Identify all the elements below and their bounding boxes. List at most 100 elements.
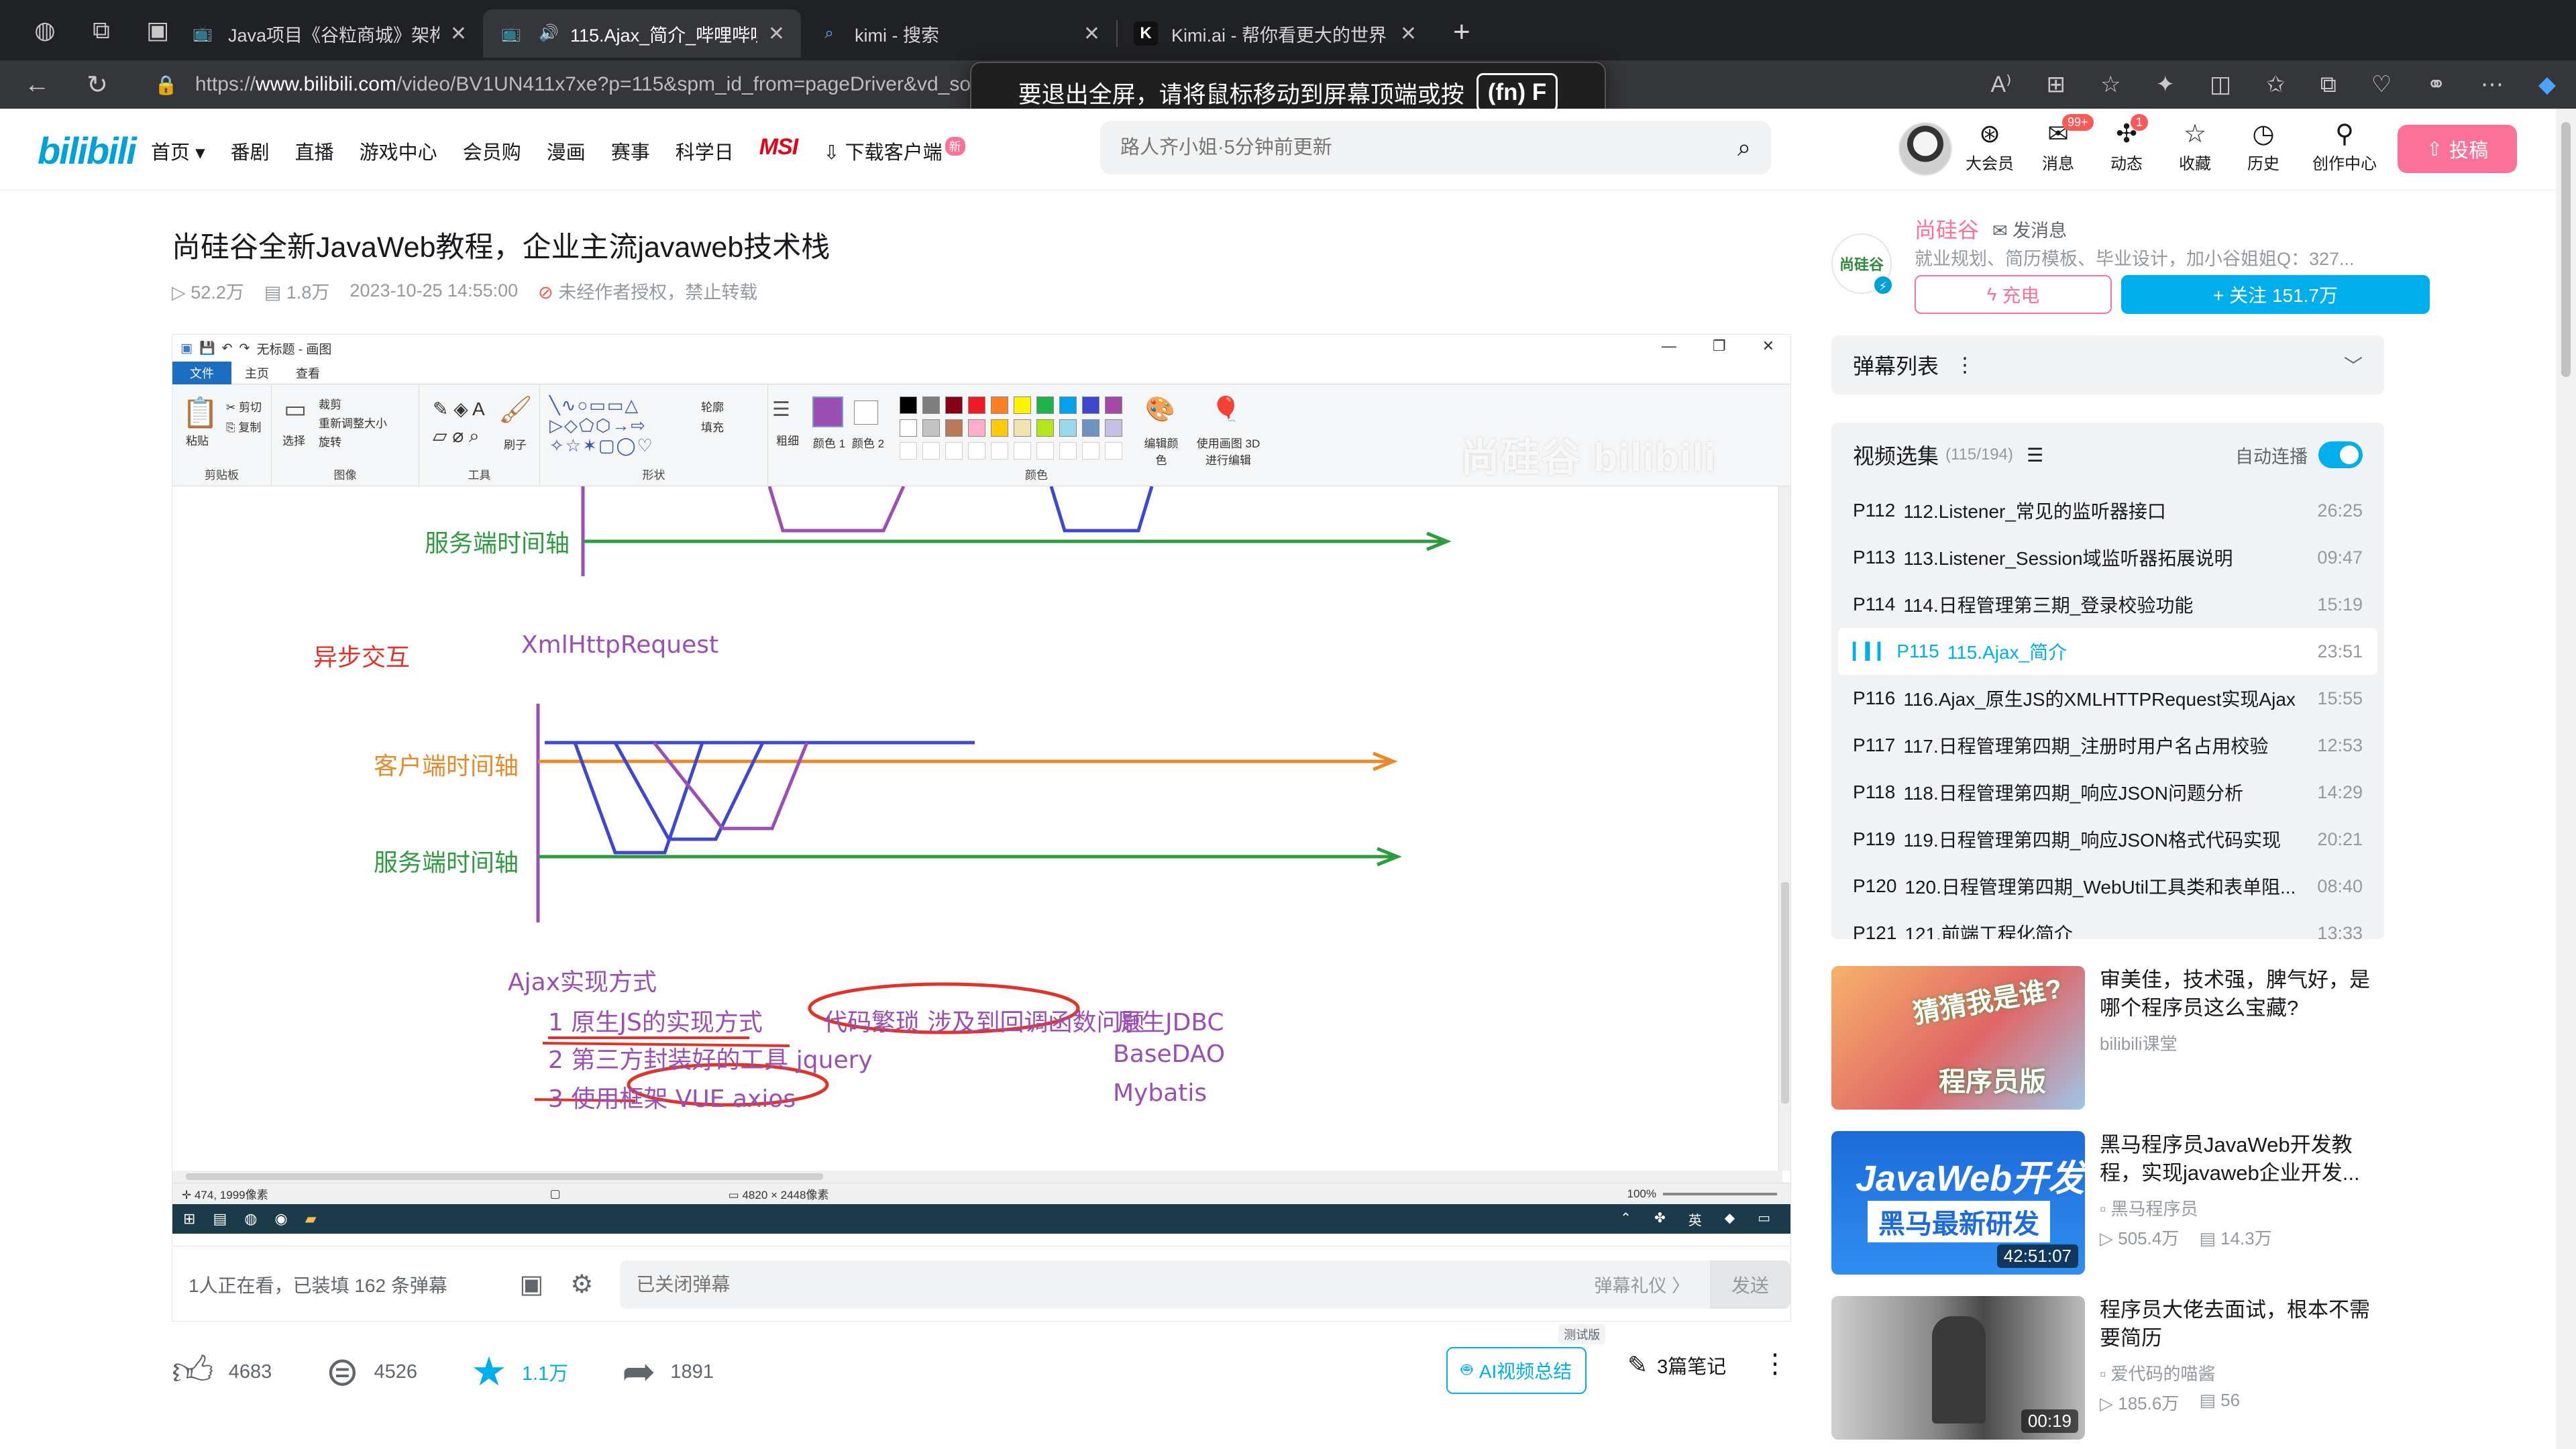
url-field[interactable]: 🔒 https://www.bilibili.com/video/BV1UN41… <box>154 73 971 96</box>
nav-live[interactable]: 直播 <box>295 137 334 165</box>
episode-item[interactable]: P121 121.前端工程化简介 13:33 <box>1831 910 2384 939</box>
collections-icon[interactable]: ⧉ <box>2320 72 2337 98</box>
browser-essentials-icon[interactable]: ♡ <box>2371 71 2392 98</box>
recommended-title[interactable]: 审美佳，技术强，脾气好，是哪个程序员这么宝藏? <box>2100 966 2388 1022</box>
split-screen-icon[interactable]: ◫ <box>2210 71 2231 98</box>
favorites-icon[interactable]: ✩ <box>2266 71 2286 98</box>
nav-msi[interactable]: MSI <box>759 134 798 165</box>
recommended-title[interactable]: 程序员大佬去面试，根本不需要简历 <box>2100 1296 2388 1352</box>
extensions-icon[interactable]: ✦ <box>2155 71 2175 98</box>
messages-button[interactable]: ✉ 99+ 消息 <box>2034 114 2094 174</box>
lock-icon[interactable]: 🔒 <box>154 74 178 96</box>
uploader-name[interactable]: 尚硅谷 <box>1915 213 1979 244</box>
app-available-icon[interactable]: ⊞ <box>2046 71 2065 98</box>
read-aloud-icon[interactable]: A⁾ <box>1990 71 2011 98</box>
episode-item[interactable]: P112 112.Listener_常见的监听器接口 26:25 <box>1831 487 2384 534</box>
episode-item[interactable]: P113 113.Listener_Session域监听器拓展说明 09:47 <box>1831 534 2384 581</box>
page-scrollbar[interactable] <box>2556 109 2576 1449</box>
history-button[interactable]: ◷ 历史 <box>2239 118 2288 174</box>
recommended-video[interactable]: JavaWeb开发 黑马最新研发 42:51:07 黑马程序员JavaWeb开发… <box>1831 1131 2388 1275</box>
like-button[interactable]: 👍︎ 4683 <box>172 1348 272 1396</box>
episode-item[interactable]: P120 120.日程管理第四期_WebUtil工具类和表单阻... 08:40 <box>1831 863 2384 910</box>
close-tab-icon[interactable]: ✕ <box>1083 22 1100 46</box>
video-thumbnail[interactable]: 00:19 <box>1831 1296 2085 1440</box>
upload-button[interactable]: ⇧ 投稿 <box>2398 125 2517 173</box>
author-name: bilibili课堂 <box>2100 1034 2178 1054</box>
dynamic-button[interactable]: ✣ 1 动态 <box>2102 114 2151 174</box>
nav-anime[interactable]: 番剧 <box>231 137 270 165</box>
new-tab-icon[interactable]: + <box>1453 15 1470 49</box>
tab-actions-icon[interactable]: ▣ <box>142 15 173 46</box>
tab-guli-mall[interactable]: 📺 Java项目《谷粒商城》架构师级 ✕ <box>174 9 483 58</box>
danmaku-etiquette-link[interactable]: 弹幕礼仪 〉 <box>1594 1271 1690 1297</box>
creator-center-button[interactable]: ⚲ 创作中心 <box>2308 118 2381 174</box>
user-avatar[interactable] <box>1898 122 1952 176</box>
video-thumbnail[interactable]: JavaWeb开发 黑马最新研发 42:51:07 <box>1831 1131 2085 1275</box>
recommended-author[interactable]: ▫ 黑马程序员 <box>2100 1195 2198 1220</box>
danmaku-input[interactable] <box>636 1273 1595 1295</box>
list-view-icon[interactable]: ☰ <box>2027 444 2043 466</box>
favorite-button[interactable]: ★ 1.1万 <box>471 1348 568 1395</box>
back-icon[interactable]: ← <box>7 70 67 99</box>
more-options-icon[interactable]: ⋮ <box>1762 1348 1788 1379</box>
episode-item[interactable]: P117 117.日程管理第四期_注册时用户名占用校验 12:53 <box>1831 722 2384 769</box>
vip-button[interactable]: ⊛ 大会员 <box>1966 118 2014 174</box>
tab-kimi-search[interactable]: ⌕ kimi - 搜索 ✕ <box>801 9 1116 58</box>
danmaku-list-panel[interactable]: 弹幕列表 ⋮ ﹀ <box>1831 335 2384 394</box>
share-icon[interactable]: ⚭ <box>2426 71 2446 98</box>
tab-kimi-ai[interactable]: K Kimi.ai - 帮你看更大的世界 ✕ <box>1118 9 1433 58</box>
recommended-title[interactable]: 黑马程序员JavaWeb开发教程，实现javaweb企业开发... <box>2100 1131 2388 1187</box>
episode-item[interactable]: P119 119.日程管理第四期_响应JSON格式代码实现 20:21 <box>1831 816 2384 863</box>
ai-summary-button[interactable]: 🤖︎ AI视频总结 测试版 <box>1446 1324 1606 1394</box>
close-tab-icon[interactable]: ✕ <box>450 22 467 46</box>
autoplay-toggle[interactable] <box>2318 441 2363 468</box>
nav-manga[interactable]: 漫画 <box>547 137 586 165</box>
chevron-down-icon[interactable]: ﹀ <box>2344 352 2363 378</box>
recommended-author[interactable]: ▫ 爱代码的喵酱 <box>2100 1360 2215 1385</box>
danmaku-toggle-icon[interactable]: ▣ <box>519 1269 543 1299</box>
notes-button[interactable]: ✎ 3篇笔记 <box>1627 1351 1726 1379</box>
nav-esports[interactable]: 赛事 <box>611 137 650 165</box>
send-danmaku-button[interactable]: 发送 <box>1710 1260 1790 1309</box>
speaker-icon[interactable]: 🔊 <box>537 21 561 46</box>
share-button[interactable]: ➦ 1891 <box>622 1348 714 1395</box>
favorites-button[interactable]: ☆ 收藏 <box>2171 118 2219 174</box>
recommended-video[interactable]: 00:19 程序员大佬去面试，根本不需要简历 ▫ 爱代码的喵酱 ▷ 185.6万… <box>1831 1296 2388 1440</box>
episode-item[interactable]: P118 118.日程管理第四期_响应JSON问题分析 14:29 <box>1831 769 2384 816</box>
nav-download-client[interactable]: ⇩ 下载客户端新 <box>823 137 965 165</box>
nav-home[interactable]: 首页 ▾ <box>151 137 205 165</box>
bilibili-logo[interactable]: bilibili <box>38 129 137 172</box>
search-input[interactable] <box>1120 136 1737 159</box>
nav-mall[interactable]: 会员购 <box>463 137 521 165</box>
recommended-video[interactable]: 猜猜我是谁? 程序员版 审美佳，技术强，脾气好，是哪个程序员这么宝藏? bili… <box>1831 966 2388 1110</box>
refresh-icon[interactable]: ↻ <box>67 70 127 100</box>
profile-icon[interactable]: ◍ <box>30 15 60 46</box>
episode-item[interactable]: P116 116.Ajax_原生JS的XMLHTTPRequest实现Ajax 15… <box>1831 675 2384 722</box>
uploader-avatar[interactable]: 尚硅谷 ⚡ <box>1831 233 1893 295</box>
recommended-author[interactable]: bilibili课堂 <box>2100 1030 2178 1055</box>
send-message-link[interactable]: ✉ 发消息 <box>1992 216 2067 242</box>
canvas-label: 1 原生JS的实现方式 <box>548 1009 763 1036</box>
favorite-star-icon[interactable]: ☆ <box>2100 71 2121 98</box>
more-vertical-icon[interactable]: ⋮ <box>1955 354 1975 377</box>
video-thumbnail[interactable]: 猜猜我是谁? 程序员版 <box>1831 966 2085 1110</box>
video-player[interactable]: ▣ 💾 ↶ ↷ 无标题 - 画图 — ❐ ✕ 文件 主页 查看 📋 粘贴 ✂ 剪切 … <box>172 334 1791 1246</box>
charge-button[interactable]: ϟ 充电 <box>1915 275 2112 314</box>
search-icon[interactable]: ⌕ <box>1737 133 1751 162</box>
tab-ajax-video[interactable]: 📺 🔊 115.Ajax_简介_哔哩哔哩_b ✕ <box>483 9 801 58</box>
copilot-icon[interactable]: ◆ <box>2538 71 2556 98</box>
workspaces-icon[interactable]: ⧉ <box>86 15 117 46</box>
nav-game-center[interactable]: 游戏中心 <box>360 137 437 165</box>
close-tab-icon[interactable]: ✕ <box>1400 22 1417 46</box>
episode-item[interactable]: ▎▍▎ P115 115.Ajax_简介 23:51 <box>1838 628 2377 675</box>
more-icon[interactable]: ⋯ <box>2481 71 2504 98</box>
tab-title: Java项目《谷粒商城》架构师级 <box>228 25 439 46</box>
nav-science-day[interactable]: 科学日 <box>676 137 734 165</box>
scroll-thumb[interactable] <box>2561 122 2571 377</box>
close-tab-icon[interactable]: ✕ <box>768 22 785 46</box>
danmaku-settings-icon[interactable]: ⚙ <box>570 1269 593 1299</box>
minimize-icon: — <box>1661 337 1676 354</box>
follow-button[interactable]: + 关注 151.7万 <box>2121 275 2430 314</box>
episode-item[interactable]: P114 114.日程管理第三期_登录校验功能 15:19 <box>1831 581 2384 628</box>
coin-button[interactable]: ⊜ 4526 <box>325 1348 417 1395</box>
